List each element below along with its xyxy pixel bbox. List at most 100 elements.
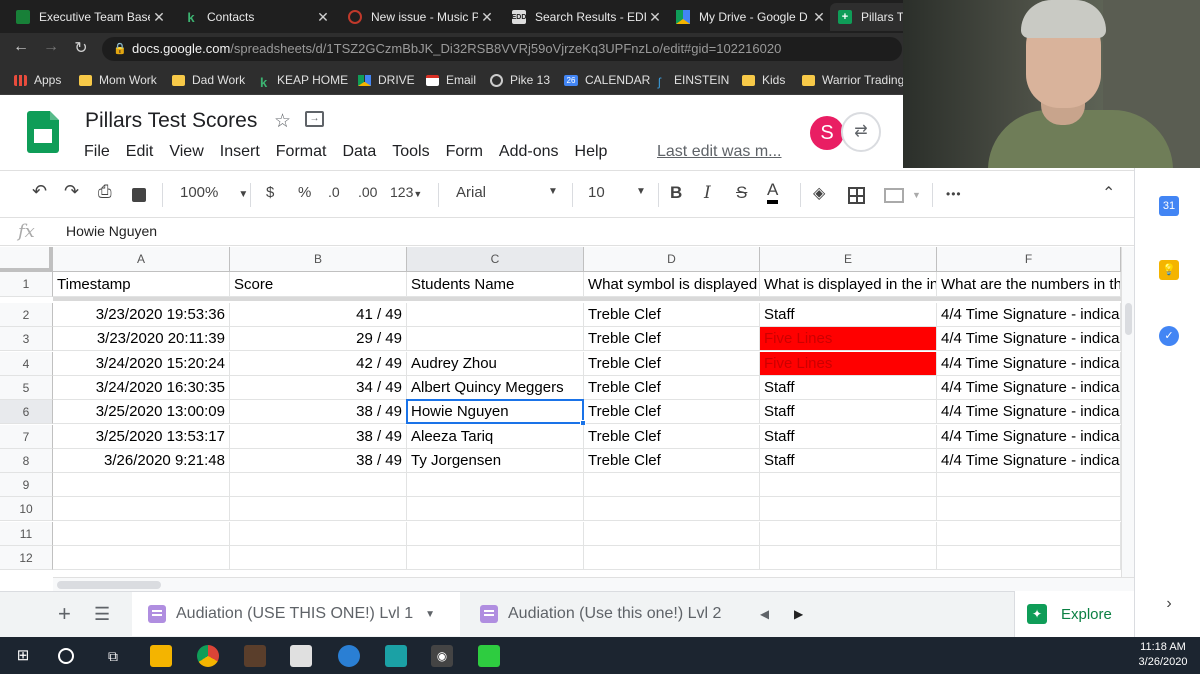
- forward-icon[interactable]: →: [40, 38, 62, 56]
- cell[interactable]: 4/4 Time Signature - indica: [937, 352, 1121, 376]
- column-header-c[interactable]: C: [407, 247, 584, 272]
- move-folder-icon[interactable]: →: [305, 111, 324, 127]
- back-icon[interactable]: ←: [10, 38, 32, 56]
- cell[interactable]: [584, 546, 760, 570]
- bold-button[interactable]: B: [670, 183, 682, 203]
- select-all-corner[interactable]: [0, 247, 53, 272]
- bookmark-keap-home[interactable]: k KEAP HOME: [260, 71, 348, 90]
- sheet-tab-lvl2[interactable]: Audiation (Use this one!) Lvl 2: [464, 592, 744, 636]
- chevron-right-icon[interactable]: ›: [1159, 594, 1179, 614]
- cell[interactable]: Treble Clef: [584, 327, 760, 351]
- cell[interactable]: Treble Clef: [584, 449, 760, 473]
- cell[interactable]: [760, 522, 937, 546]
- paint-format-icon[interactable]: [132, 188, 146, 202]
- explore-button[interactable]: ✦ Explore: [1014, 591, 1134, 637]
- cell[interactable]: Albert Quincy Meggers: [407, 376, 584, 400]
- cell[interactable]: [230, 473, 407, 497]
- currency-button[interactable]: $: [266, 184, 274, 201]
- app-icon[interactable]: [290, 645, 312, 667]
- cell[interactable]: Ty Jorgensen: [407, 449, 584, 473]
- bookmark-einstein[interactable]: ʃ EINSTEIN: [658, 71, 729, 89]
- italic-button[interactable]: I: [704, 183, 711, 203]
- text-color-button[interactable]: A: [767, 180, 779, 204]
- redo-icon[interactable]: ↷: [64, 181, 79, 202]
- cell[interactable]: [53, 473, 230, 497]
- close-icon[interactable]: ✕: [810, 9, 828, 26]
- cell[interactable]: 34 / 49: [230, 376, 407, 400]
- cell[interactable]: Treble Clef: [584, 352, 760, 376]
- cell[interactable]: 3/25/2020 13:00:09: [53, 400, 230, 424]
- menu-tools[interactable]: Tools: [392, 143, 429, 161]
- cell[interactable]: [584, 473, 760, 497]
- column-header-a[interactable]: A: [53, 247, 230, 272]
- formula-input[interactable]: Howie Nguyen: [66, 223, 157, 239]
- column-header-b[interactable]: B: [230, 247, 407, 272]
- cell[interactable]: 4/4 Time Signature - indica: [937, 303, 1121, 327]
- app-icon[interactable]: [338, 645, 360, 667]
- sheet-tab-lvl1[interactable]: Audiation (USE THIS ONE!) Lvl 1 ▼: [132, 592, 460, 636]
- menu-addons[interactable]: Add-ons: [499, 143, 559, 161]
- cell[interactable]: [937, 546, 1121, 570]
- bookmark-warrior-trading[interactable]: Warrior Trading: [802, 71, 904, 89]
- row-header[interactable]: 1: [0, 272, 53, 297]
- cell[interactable]: 38 / 49: [230, 449, 407, 473]
- row-header[interactable]: 11: [0, 522, 53, 546]
- horizontal-scrollbar[interactable]: [53, 577, 1134, 591]
- add-sheet-button[interactable]: +: [58, 592, 71, 636]
- search-icon[interactable]: [58, 648, 74, 664]
- windows-start-icon[interactable]: ⊞: [12, 645, 34, 667]
- bookmark-pike-13[interactable]: Pike 13: [490, 71, 550, 89]
- app-icon[interactable]: [478, 645, 500, 667]
- cell[interactable]: 3/23/2020 20:11:39: [53, 327, 230, 351]
- cell[interactable]: What is displayed in the in: [760, 272, 937, 297]
- cell[interactable]: Timestamp: [53, 272, 230, 297]
- chevron-down-icon[interactable]: ▼: [912, 190, 921, 200]
- cell[interactable]: [53, 546, 230, 570]
- cell[interactable]: Staff: [760, 400, 937, 424]
- strikethrough-button[interactable]: S: [736, 183, 747, 203]
- cell[interactable]: Five Lines: [760, 352, 937, 376]
- menu-format[interactable]: Format: [276, 143, 327, 161]
- cell[interactable]: 41 / 49: [230, 303, 407, 327]
- scroll-right-icon[interactable]: ▶: [794, 592, 803, 636]
- chevron-up-icon[interactable]: ⌃: [1102, 183, 1115, 203]
- cell[interactable]: What are the numbers in th: [937, 272, 1121, 297]
- font-size-select[interactable]: 10 ▼: [588, 184, 648, 201]
- cell[interactable]: 3/26/2020 9:21:48: [53, 449, 230, 473]
- cell[interactable]: [230, 497, 407, 521]
- app-icon[interactable]: [244, 645, 266, 667]
- close-icon[interactable]: ✕: [314, 9, 332, 26]
- reload-icon[interactable]: ↻: [70, 38, 92, 58]
- cell[interactable]: Treble Clef: [584, 376, 760, 400]
- percent-button[interactable]: %: [298, 184, 311, 201]
- task-view-icon[interactable]: ⧉: [102, 645, 124, 667]
- camera-icon[interactable]: ◉: [431, 645, 453, 667]
- cell[interactable]: [407, 327, 584, 351]
- cell[interactable]: 38 / 49: [230, 425, 407, 449]
- star-icon[interactable]: ☆: [274, 110, 291, 133]
- row-header[interactable]: 3: [0, 327, 53, 351]
- bookmark-drive[interactable]: DRIVE: [358, 71, 415, 89]
- bookmark-apps[interactable]: Apps: [14, 71, 61, 89]
- cell[interactable]: [760, 497, 937, 521]
- cell[interactable]: 4/4 Time Signature - indica: [937, 449, 1121, 473]
- chrome-icon[interactable]: [197, 645, 219, 667]
- cell[interactable]: Audrey Zhou: [407, 352, 584, 376]
- column-header-e[interactable]: E: [760, 247, 937, 272]
- borders-icon[interactable]: [848, 187, 865, 204]
- cell[interactable]: Staff: [760, 376, 937, 400]
- vertical-scrollbar[interactable]: [1121, 247, 1134, 577]
- row-header[interactable]: 5: [0, 376, 53, 400]
- print-icon[interactable]: ⎙: [98, 182, 112, 202]
- cell[interactable]: [760, 473, 937, 497]
- system-clock[interactable]: 11:18 AM 3/26/2020: [1128, 640, 1198, 670]
- cell[interactable]: [407, 473, 584, 497]
- presence-icon[interactable]: ⇄: [841, 112, 881, 152]
- menu-help[interactable]: Help: [575, 143, 608, 161]
- cell[interactable]: 4/4 Time Signature - indica: [937, 400, 1121, 424]
- url-field[interactable]: 🔒 docs.google.com/spreadsheets/d/1TSZ2GC…: [102, 37, 902, 61]
- cell[interactable]: 38 / 49: [230, 400, 407, 424]
- freeze-divider[interactable]: [53, 297, 1134, 301]
- bookmark-dad-work[interactable]: Dad Work: [172, 71, 245, 89]
- cell[interactable]: Aleeza Tariq: [407, 425, 584, 449]
